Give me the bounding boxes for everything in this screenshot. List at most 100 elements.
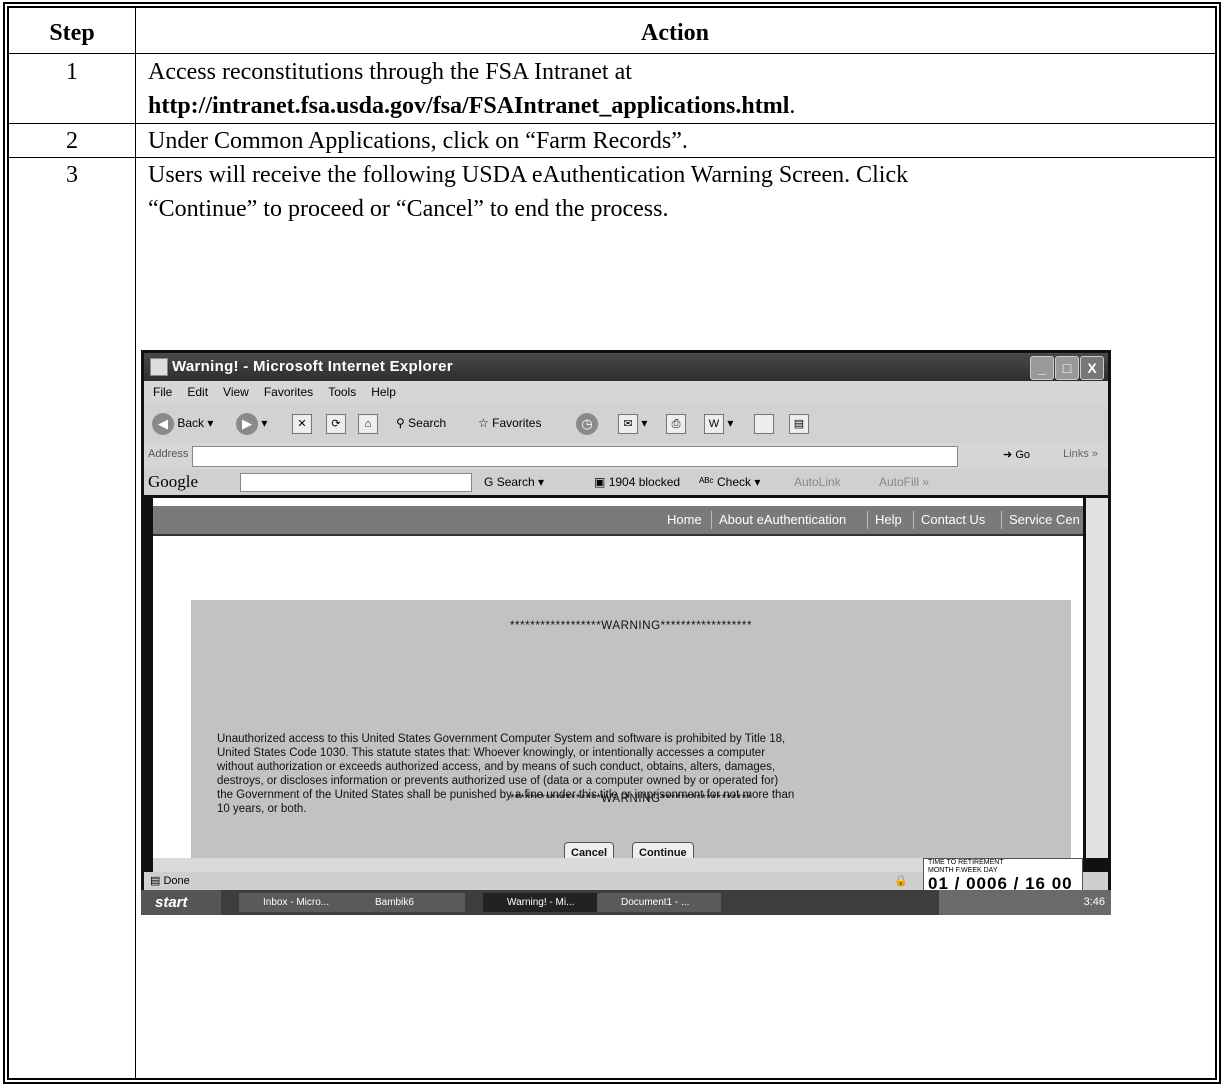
- maximize-button[interactable]: □: [1055, 356, 1079, 380]
- print-button[interactable]: ⎙: [666, 411, 686, 435]
- spell-check-button[interactable]: ᴬᴮᶜ Check ▾: [699, 469, 760, 495]
- nav-separator: [913, 511, 914, 529]
- research-icon: ▤: [789, 413, 809, 434]
- menu-bar: File Edit View Favorites Tools Help: [144, 381, 1108, 403]
- mail-button[interactable]: ✉ ▾: [618, 411, 647, 435]
- task-document1[interactable]: Document1 - ...: [597, 893, 721, 912]
- address-label: Address: [148, 448, 189, 460]
- warning-footer: ******************WARNING***************…: [509, 793, 753, 805]
- task-bambik[interactable]: Bambik6: [351, 893, 465, 912]
- refresh-button[interactable]: ⟳: [326, 411, 346, 435]
- intranet-link[interactable]: http://intranet.fsa.usda.gov/fsa/FSAIntr…: [148, 93, 789, 119]
- address-input[interactable]: [192, 446, 958, 467]
- forward-button[interactable]: ▶ ▾: [236, 411, 267, 435]
- menu-edit[interactable]: Edit: [187, 385, 208, 399]
- warning-header: ******************WARNING***************…: [509, 620, 753, 632]
- spellcheck-icon: ᴬᴮᶜ: [699, 475, 714, 489]
- nav-separator: [711, 511, 712, 529]
- home-icon: ⌂: [358, 413, 378, 434]
- task-inbox[interactable]: Inbox - Micro...: [239, 893, 363, 912]
- eauth-nav-bar: Home About eAuthentication Help Contact …: [153, 506, 1083, 534]
- step-number: 1: [66, 59, 78, 85]
- row-divider: [9, 123, 1215, 124]
- nav-underline: [153, 534, 1083, 536]
- standard-toolbar: ◀ Back ▾ ▶ ▾ ✕ ⟳ ⌂ ⚲ Search ☆ Favorites …: [144, 403, 1108, 443]
- printer-icon: ⎙: [666, 413, 686, 434]
- go-arrow-icon: ➜: [1003, 449, 1013, 461]
- header-step: Step: [49, 20, 95, 46]
- page-content: Home About eAuthentication Help Contact …: [153, 498, 1083, 864]
- windows-taskbar: start Inbox - Micro... Bambik6 Warning! …: [141, 890, 1111, 915]
- step-number: 3: [66, 162, 78, 188]
- popup-blocker[interactable]: ▣ 1904 blocked: [594, 469, 680, 495]
- system-tray: 3:46: [939, 890, 1111, 915]
- warning-panel: ******************WARNING***************…: [191, 600, 1071, 864]
- window-title: Warning! - Microsoft Internet Explorer: [172, 358, 453, 375]
- start-button[interactable]: start: [141, 890, 221, 915]
- research-button[interactable]: ▤: [789, 411, 809, 435]
- nav-help[interactable]: Help: [875, 506, 902, 534]
- lock-icon: 🔒: [894, 875, 908, 887]
- step-action-text: Under Common Applications, click on “Far…: [148, 128, 688, 154]
- back-button[interactable]: ◀ Back ▾: [152, 411, 213, 435]
- google-search-button[interactable]: G Search ▾: [484, 469, 544, 495]
- mail-icon: ✉: [618, 413, 638, 434]
- menu-help[interactable]: Help: [371, 385, 396, 399]
- ie-warning-screenshot: Warning! - Microsoft Internet Explorer _…: [141, 350, 1111, 915]
- forward-arrow-icon: ▶: [236, 412, 258, 435]
- vertical-scrollbar[interactable]: [1086, 498, 1108, 858]
- search-icon: ⚲: [396, 416, 405, 430]
- step-number: 2: [66, 128, 78, 154]
- autofill-button[interactable]: AutoFill »: [879, 469, 929, 495]
- home-button[interactable]: ⌂: [358, 411, 378, 435]
- nav-service-center[interactable]: Service Cen: [1009, 506, 1080, 534]
- favorites-button[interactable]: ☆ Favorites: [478, 411, 541, 435]
- popup-icon: ▣: [594, 475, 606, 489]
- step-action-text: “Continue” to proceed or “Cancel” to end…: [148, 196, 669, 222]
- minimize-button[interactable]: _: [1030, 356, 1054, 380]
- page-done-icon: ▤: [150, 875, 161, 887]
- word-icon: W: [704, 413, 724, 434]
- menu-file[interactable]: File: [153, 385, 172, 399]
- nav-about[interactable]: About eAuthentication: [719, 506, 846, 534]
- edit-button[interactable]: W ▾: [704, 411, 733, 435]
- address-bar: Address ➜ Go Links »: [144, 443, 1108, 469]
- task-warning[interactable]: Warning! - Mi...: [483, 893, 607, 912]
- google-toolbar: Google G Search ▾ ▣ 1904 blocked ᴬᴮᶜ Che…: [144, 469, 1108, 495]
- star-icon: ☆: [478, 416, 489, 430]
- menu-tools[interactable]: Tools: [328, 385, 356, 399]
- menu-view[interactable]: View: [223, 385, 249, 399]
- search-button[interactable]: ⚲ Search: [396, 411, 446, 435]
- refresh-icon: ⟳: [326, 413, 346, 434]
- nav-contact[interactable]: Contact Us: [921, 506, 985, 534]
- history-button[interactable]: ◷: [576, 411, 598, 435]
- stop-button[interactable]: ✕: [292, 411, 312, 435]
- discuss-icon: [754, 413, 774, 434]
- back-arrow-icon: ◀: [152, 412, 174, 435]
- step-action-text: Users will receive the following USDA eA…: [148, 162, 909, 188]
- window-titlebar: Warning! - Microsoft Internet Explorer _…: [144, 353, 1108, 381]
- column-divider: [135, 8, 136, 1078]
- row-divider: [9, 53, 1215, 54]
- link-period: .: [789, 93, 796, 119]
- autolink-button[interactable]: AutoLink: [794, 469, 841, 495]
- google-search-input[interactable]: [240, 473, 472, 492]
- row-divider: [9, 157, 1215, 158]
- close-button[interactable]: X: [1080, 356, 1104, 380]
- google-g-icon: G: [484, 475, 494, 489]
- step-action-text: Access reconstitutions through the FSA I…: [148, 59, 632, 85]
- google-logo[interactable]: Google: [148, 469, 198, 495]
- nav-home[interactable]: Home: [667, 506, 702, 534]
- header-action: Action: [641, 20, 709, 46]
- go-button[interactable]: ➜ Go: [1003, 448, 1030, 461]
- retirement-countdown: TIME TO RETIREMENT MONTH F.WEEK DAY 01 /…: [923, 858, 1083, 894]
- links-button[interactable]: Links »: [1063, 448, 1098, 460]
- menu-favorites[interactable]: Favorites: [264, 385, 313, 399]
- clock: 3:46: [1083, 896, 1105, 908]
- nav-separator: [1001, 511, 1002, 529]
- step-action-link-line: http://intranet.fsa.usda.gov/fsa/FSAIntr…: [148, 90, 1205, 122]
- stop-icon: ✕: [292, 413, 312, 434]
- discuss-button[interactable]: [754, 411, 774, 435]
- status-text: ▤ Done: [150, 875, 190, 887]
- history-icon: ◷: [576, 412, 598, 435]
